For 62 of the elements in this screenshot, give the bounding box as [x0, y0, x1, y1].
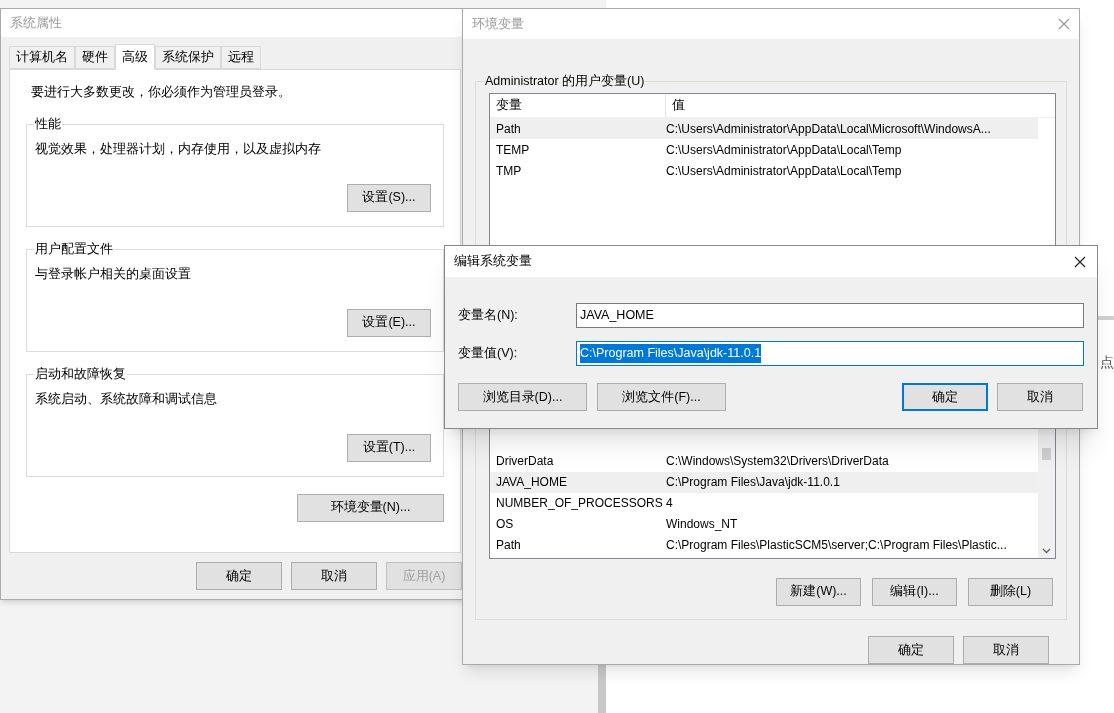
variable-name: JAVA_HOME	[495, 474, 568, 492]
variable-value: C:\Program Files\PlasticSCM5\server;C:\Program Files\Plastic...	[666, 537, 1007, 555]
field-label: 变量值(V):	[458, 345, 519, 363]
variable-row[interactable]: DriverData C:\Windows\System32\Drivers\DriverData	[490, 450, 1038, 472]
input-field[interactable]: C:\Program Files\Java\jdk-11.0.1	[576, 341, 1084, 366]
tab[interactable]: 系统保护	[155, 46, 221, 69]
dialog-button[interactable]: 浏览文件(F)...	[597, 383, 726, 411]
variable-row[interactable]: Path C:\Users\Administrator\AppData\Local\Microsoft\WindowsA...	[490, 118, 1038, 139]
scroll-down-icon[interactable]	[1042, 547, 1051, 554]
dialog-button[interactable]: 设置(T)...	[347, 433, 431, 462]
close-icon[interactable]	[1074, 255, 1086, 268]
variable-value: C:\Users\Administrator\AppData\Local\Microsoft\WindowsA...	[666, 120, 991, 138]
scrollbar-thumb[interactable]	[1042, 447, 1051, 460]
window-title: 系统属性	[10, 14, 62, 32]
variable-value: C:\Users\Administrator\AppData\Local\Temp	[666, 162, 902, 180]
variable-value: C:\Users\Administrator\AppData\Local\Temp	[666, 141, 902, 159]
variable-row[interactable]: Path C:\Program Files\PlasticSCM5\server;C:\Program Files\Plastic...	[490, 534, 1038, 556]
dialog-button[interactable]: 编辑(I)...	[872, 577, 957, 606]
window-title: 编辑系统变量	[454, 253, 532, 271]
dialog-button[interactable]: 取消	[963, 636, 1049, 664]
dialog-button[interactable]: 确定	[902, 383, 988, 411]
variable-name: TMP	[495, 162, 523, 180]
group-description: 系统启动、系统故障和调试信息	[35, 390, 218, 408]
variable-name: TEMP	[495, 141, 531, 159]
variable-value: C:\Program Files\Java\jdk-11.0.1	[666, 474, 840, 492]
input-field[interactable]: JAVA_HOME	[576, 303, 1084, 328]
variable-value: 4	[666, 495, 673, 513]
dialog-button[interactable]: 取消	[997, 383, 1083, 411]
variable-row[interactable]: OS Windows_NT	[490, 513, 1038, 535]
group-title: Administrator 的用户变量(U)	[484, 72, 646, 91]
dialog-button[interactable]: 取消	[291, 562, 377, 590]
variable-name: Path	[495, 120, 522, 138]
dialog-button[interactable]: 浏览目录(D)...	[458, 383, 587, 411]
column-header[interactable]: 值	[666, 96, 685, 115]
tab[interactable]: 硬件	[75, 46, 115, 69]
tab[interactable]: 计算机名	[9, 46, 75, 69]
field-label: 变量名(N):	[458, 307, 519, 325]
dialog-button[interactable]: 设置(E)...	[347, 308, 431, 337]
dialog-button[interactable]: 删除(L)	[968, 577, 1053, 606]
variable-row[interactable]: JAVA_HOME C:\Program Files\Java\jdk-11.0.1	[490, 471, 1038, 493]
dialog-button[interactable]: 设置(S)...	[347, 183, 431, 212]
window-title: 环境变量	[472, 15, 524, 33]
column-header[interactable]: 变量	[490, 94, 666, 117]
background-text: 点	[1100, 353, 1114, 372]
variable-value: C:\Windows\System32\Drivers\DriverData	[666, 453, 889, 471]
dialog-button[interactable]: 确定	[868, 636, 954, 664]
variable-value: Windows_NT	[666, 516, 738, 534]
tab[interactable]: 高级	[115, 44, 155, 70]
variable-row[interactable]: TEMP C:\Users\Administrator\AppData\Local\Temp	[490, 139, 1038, 160]
dialog-button[interactable]: 环境变量(N)...	[297, 493, 444, 522]
tab[interactable]: 远程	[221, 46, 261, 69]
admin-notice: 要进行大多数更改，你必须作为管理员登录。	[30, 84, 292, 101]
variable-row[interactable]: TMP C:\Users\Administrator\AppData\Local\Temp	[490, 160, 1038, 181]
variable-name: NUMBER_OF_PROCESSORS	[495, 495, 664, 513]
variable-name: Path	[495, 537, 522, 555]
variable-row[interactable]: NUMBER_OF_PROCESSORS 4	[490, 492, 1038, 514]
variable-name: OS	[495, 516, 515, 534]
dialog-button[interactable]: 确定	[196, 562, 282, 590]
group-description: 与登录帐户相关的桌面设置	[35, 265, 192, 283]
dialog-button[interactable]: 新建(W)...	[776, 577, 861, 606]
variable-name: DriverData	[495, 453, 555, 471]
group-description: 视觉效果，处理器计划，内存使用，以及虚拟内存	[35, 140, 322, 158]
